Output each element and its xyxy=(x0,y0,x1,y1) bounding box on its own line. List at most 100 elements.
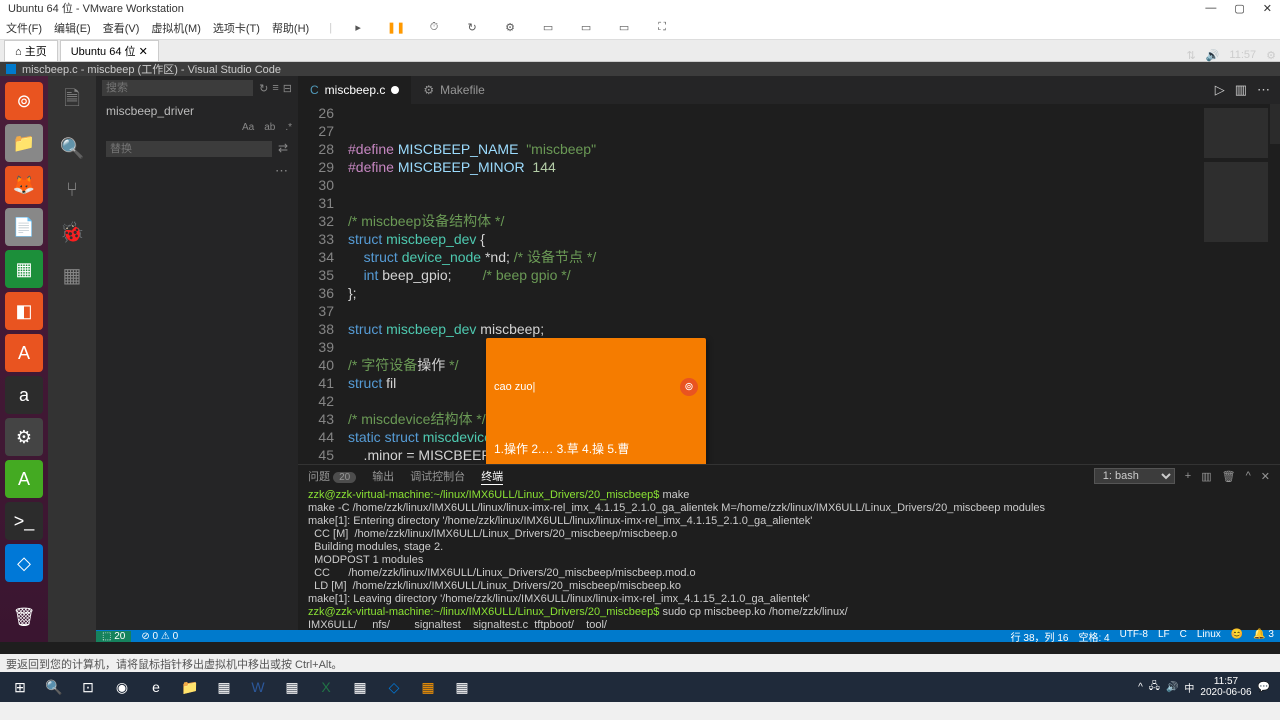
updater-icon[interactable]: A xyxy=(5,460,43,498)
pause-icon[interactable]: ❚❚ xyxy=(388,20,404,36)
minimize-button[interactable]: — xyxy=(1205,2,1216,15)
amazon-icon[interactable]: a xyxy=(5,376,43,414)
tab-miscbeep[interactable]: Cmiscbeep.c xyxy=(298,76,411,104)
excel-icon[interactable]: X xyxy=(310,674,342,700)
vmware-taskbar-icon[interactable]: ▦ xyxy=(412,674,444,700)
scm-icon[interactable]: ⑂ xyxy=(66,179,78,202)
trash-icon[interactable]: 🗑 xyxy=(5,598,43,636)
run-icon[interactable]: ▷ xyxy=(1215,82,1225,98)
minimap[interactable] xyxy=(1200,104,1280,464)
search-input[interactable] xyxy=(102,80,253,96)
tray-time[interactable]: 11:57 xyxy=(1200,676,1251,687)
app2-icon[interactable]: ▦ xyxy=(276,674,308,700)
menu-file[interactable]: 文件(F) xyxy=(6,20,42,36)
replace-all-icon[interactable]: ⇄ xyxy=(278,141,288,157)
panel-terminal[interactable]: 终端 xyxy=(481,468,503,485)
maximize-button[interactable]: ▢ xyxy=(1234,2,1244,15)
app3-icon[interactable]: ▦ xyxy=(344,674,376,700)
network-icon[interactable]: ⇅ xyxy=(1186,49,1195,62)
layout1-icon[interactable]: ▭ xyxy=(540,20,556,36)
more-icon[interactable]: ⋯ xyxy=(1257,82,1270,98)
software-icon[interactable]: A xyxy=(5,334,43,372)
replace-input[interactable] xyxy=(106,141,272,157)
volume-icon[interactable]: 🔊 xyxy=(1206,49,1220,62)
impress-icon[interactable]: ◧ xyxy=(5,292,43,330)
collapse-icon[interactable]: ⊟ xyxy=(283,82,292,95)
new-terminal-icon[interactable]: + xyxy=(1185,470,1191,482)
app1-icon[interactable]: ▦ xyxy=(208,674,240,700)
extensions-icon[interactable]: ▦ xyxy=(63,263,82,288)
terminal-select[interactable]: 1: bash xyxy=(1094,468,1175,484)
ime-popup[interactable]: cao zuo| ⊚ 1.操作 2.… 3.草 4.操 5.曹 xyxy=(486,338,706,464)
os[interactable]: Linux xyxy=(1197,629,1221,644)
tray-date[interactable]: 2020-06-06 xyxy=(1200,687,1251,698)
split-icon[interactable]: ▥ xyxy=(1235,82,1247,98)
language[interactable]: C xyxy=(1180,629,1187,644)
files-icon[interactable]: 📁 xyxy=(5,124,43,162)
code-editor[interactable]: 2627282930313233343536373839404142434445… xyxy=(298,104,1280,464)
vscode-dock-icon[interactable]: ◇ xyxy=(5,544,43,582)
start-icon[interactable]: ⊞ xyxy=(4,674,36,700)
regex-icon[interactable]: .* xyxy=(285,122,292,133)
power-icon[interactable]: ▸ xyxy=(350,20,366,36)
search-result[interactable]: miscbeep_driver xyxy=(96,100,298,122)
cursor-position[interactable]: 行 38，列 16 xyxy=(1011,629,1069,644)
close-button[interactable]: ✕ xyxy=(1263,2,1272,15)
tab-vm[interactable]: Ubuntu 64 位 ✕ xyxy=(60,40,159,62)
menu-tabs[interactable]: 选项卡(T) xyxy=(213,20,260,36)
app4-icon[interactable]: ▦ xyxy=(446,674,478,700)
split-terminal-icon[interactable]: ▥ xyxy=(1201,470,1211,483)
panel-problems[interactable]: 问题 20 xyxy=(308,468,356,484)
tray-ime-icon[interactable]: 中 xyxy=(1184,680,1194,695)
calc-icon[interactable]: ▦ xyxy=(5,250,43,288)
tab-makefile[interactable]: ⚙Makefile xyxy=(411,76,496,104)
tray-notif-icon[interactable]: 💬 xyxy=(1258,682,1270,693)
snapshot-icon[interactable]: ⏱ xyxy=(426,20,442,36)
layout2-icon[interactable]: ▭ xyxy=(578,20,594,36)
kill-terminal-icon[interactable]: 🗑 xyxy=(1222,470,1236,483)
errors-warnings[interactable]: ⊘ 0 ⚠ 0 xyxy=(141,631,178,642)
debug-icon[interactable]: 🐞 xyxy=(60,220,85,245)
fullscreen-icon[interactable]: ⛶ xyxy=(654,20,670,36)
notifications-icon[interactable]: 🔔 3 xyxy=(1253,629,1274,644)
dash-icon[interactable]: ⊚ xyxy=(5,82,43,120)
taskview-icon[interactable]: ⊡ xyxy=(72,674,104,700)
eol[interactable]: LF xyxy=(1158,629,1170,644)
word-icon[interactable]: W xyxy=(242,674,274,700)
menu-help[interactable]: 帮助(H) xyxy=(272,20,309,36)
vscode-taskbar-icon[interactable]: ◇ xyxy=(378,674,410,700)
tray-up-icon[interactable]: ^ xyxy=(1138,682,1143,693)
panel-debug[interactable]: 调试控制台 xyxy=(410,468,465,484)
toggle-details-icon[interactable]: ⋯ xyxy=(96,161,298,181)
settings-icon[interactable]: ⚙ xyxy=(5,418,43,456)
writer-icon[interactable]: 📄 xyxy=(5,208,43,246)
indent[interactable]: 空格: 4 xyxy=(1078,629,1109,644)
clear-icon[interactable]: ≡ xyxy=(272,82,278,95)
whole-word-icon[interactable]: ab xyxy=(264,122,275,133)
manage-icon[interactable]: ⚙ xyxy=(502,20,518,36)
edge-icon[interactable]: e xyxy=(140,674,172,700)
encoding[interactable]: UTF-8 xyxy=(1120,629,1148,644)
explorer-icon[interactable]: 🗎 xyxy=(64,84,80,118)
menu-vm[interactable]: 虚拟机(M) xyxy=(151,20,201,36)
tray-vol-icon[interactable]: 🔊 xyxy=(1166,682,1178,693)
close-panel-icon[interactable]: ✕ xyxy=(1261,470,1270,483)
explorer-taskbar-icon[interactable]: 📁 xyxy=(174,674,206,700)
search-icon[interactable]: 🔍 xyxy=(60,136,85,161)
panel-output[interactable]: 输出 xyxy=(372,468,394,484)
menu-edit[interactable]: 编辑(E) xyxy=(54,20,91,36)
maximize-panel-icon[interactable]: ^ xyxy=(1246,470,1251,482)
tray-net-icon[interactable]: 🖧 xyxy=(1149,679,1160,696)
firefox-icon[interactable]: 🦊 xyxy=(5,166,43,204)
feedback-icon[interactable]: 😊 xyxy=(1231,629,1243,644)
tab-home[interactable]: 主页 xyxy=(4,40,58,62)
revert-icon[interactable]: ↻ xyxy=(464,20,480,36)
terminal-output[interactable]: zzk@zzk-virtual-machine:~/linux/IMX6ULL/… xyxy=(298,487,1280,642)
terminal-icon[interactable]: >_ xyxy=(5,502,43,540)
layout3-icon[interactable]: ▭ xyxy=(616,20,632,36)
match-case-icon[interactable]: Aa xyxy=(242,122,254,133)
ime-candidates[interactable]: 1.操作 2.… 3.草 4.操 5.曹 xyxy=(486,436,706,462)
refresh-icon[interactable]: ↻ xyxy=(259,82,268,95)
remote-indicator[interactable]: ⬚ 20 xyxy=(96,631,131,642)
menu-view[interactable]: 查看(V) xyxy=(103,20,140,36)
